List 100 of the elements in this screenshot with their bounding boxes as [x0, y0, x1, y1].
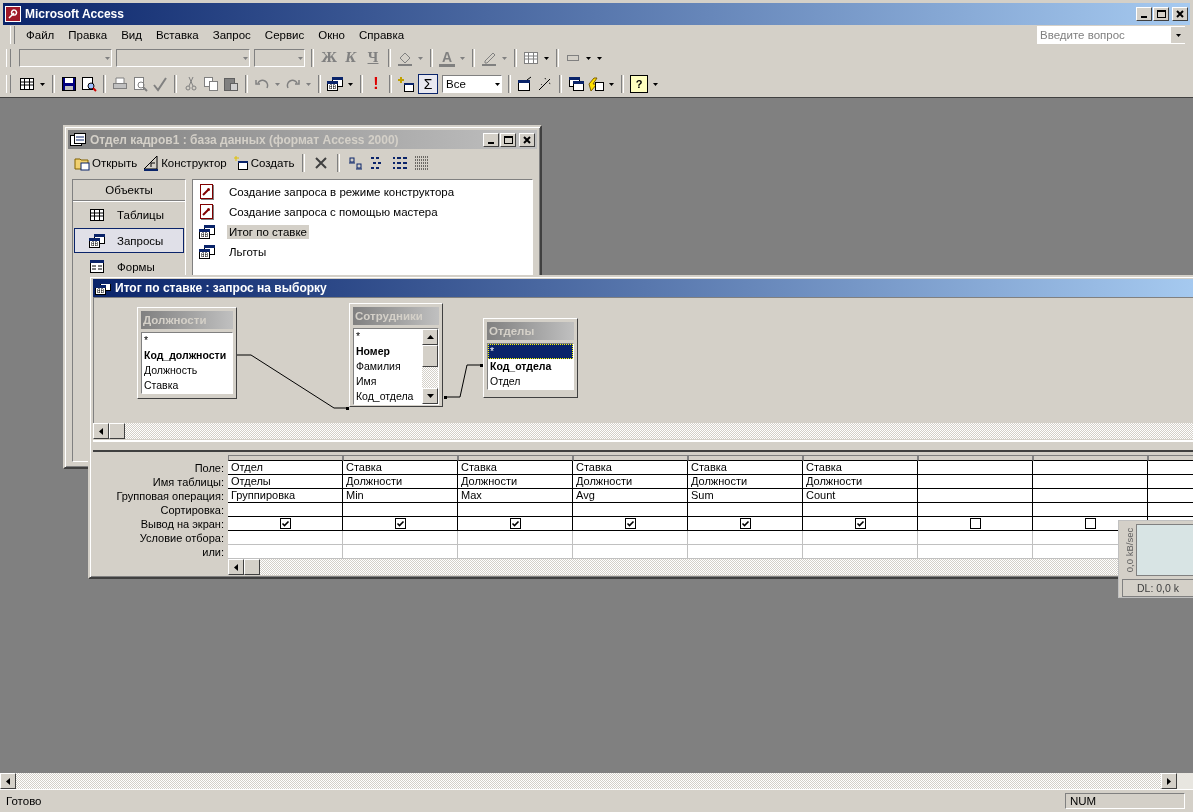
top-values-field[interactable]: Все	[442, 75, 502, 93]
column-selector[interactable]	[918, 455, 1033, 461]
grid-cell[interactable]	[1033, 475, 1148, 489]
help-button[interactable]: ?	[630, 75, 648, 93]
database-window-icon[interactable]	[568, 76, 584, 92]
grid-cell[interactable]	[918, 475, 1033, 489]
menu-item[interactable]: Файл	[19, 27, 62, 43]
dropdown-field[interactable]	[254, 49, 305, 67]
scroll-thumb[interactable]	[422, 344, 438, 367]
object-type-item[interactable]: Формы	[74, 254, 184, 279]
checkbox[interactable]	[394, 518, 406, 529]
preview-icon[interactable]	[81, 76, 97, 92]
properties-icon[interactable]	[517, 76, 533, 92]
column-selector[interactable]	[1033, 455, 1148, 461]
grid-cell[interactable]	[918, 489, 1033, 503]
ask-question-box[interactable]: Введите вопрос	[1037, 26, 1185, 44]
grid-cell[interactable]	[228, 517, 343, 531]
grid-cell[interactable]	[343, 503, 458, 517]
dropdown-field[interactable]	[116, 49, 250, 67]
grid-cell[interactable]: Ставка	[458, 461, 573, 475]
close-button[interactable]	[1172, 7, 1188, 21]
minimize-button[interactable]	[483, 132, 499, 147]
column-selector[interactable]	[803, 455, 918, 461]
table-box[interactable]: Должности * Код_должности Должность Ставка	[137, 306, 237, 399]
checkbox[interactable]	[1084, 518, 1096, 529]
minimize-button[interactable]	[1136, 7, 1152, 21]
table-box[interactable]: Сотрудники * Номер Фамилия Имя Код_отдела	[349, 302, 443, 407]
scroll-left-button[interactable]	[228, 559, 244, 575]
grid-cell[interactable]: Отдел	[228, 461, 343, 475]
field-item[interactable]: *	[142, 332, 232, 348]
grid-cell[interactable]	[1033, 503, 1148, 517]
grid-cell[interactable]: Должности	[458, 475, 573, 489]
menu-item[interactable]: Вид	[114, 27, 149, 43]
field-item[interactable]: Должность	[142, 362, 232, 378]
menu-item[interactable]: Вставка	[148, 27, 206, 43]
grid-cell[interactable]	[1033, 461, 1148, 475]
grid-cell[interactable]	[688, 517, 803, 531]
menu-item[interactable]: Запрос	[205, 27, 258, 43]
list-item[interactable]: Создание запроса в режиме конструктора	[227, 185, 457, 199]
grid-cell[interactable]: Должности	[573, 475, 688, 489]
field-item[interactable]: Код_отдела	[488, 358, 573, 374]
grid-cell[interactable]: Count	[803, 489, 918, 503]
scroll-up-button[interactable]	[422, 328, 438, 345]
grid-cell[interactable]: Ставка	[803, 461, 918, 475]
checkbox[interactable]	[854, 518, 866, 529]
copy-icon[interactable]	[203, 76, 219, 92]
scroll-right-button[interactable]	[1161, 773, 1177, 789]
field-item[interactable]: *	[488, 343, 573, 359]
grid-cell[interactable]	[803, 503, 918, 517]
scroll-down-button[interactable]	[422, 387, 438, 404]
menu-item[interactable]: Окно	[311, 27, 352, 43]
print-icon[interactable]	[112, 76, 128, 92]
grid-cell[interactable]: Min	[343, 489, 458, 503]
grid-cell[interactable]	[573, 503, 688, 517]
list-item[interactable]: Итог по ставке	[227, 225, 309, 239]
scroll-left-button[interactable]	[93, 423, 109, 440]
maximize-button[interactable]	[500, 132, 516, 147]
pen-icon[interactable]	[481, 50, 497, 66]
large-icons-icon[interactable]	[348, 155, 365, 171]
print-preview-icon[interactable]	[132, 76, 148, 92]
field-item[interactable]: Код_должности	[142, 347, 232, 363]
object-type-item[interactable]: Таблицы	[74, 202, 184, 227]
grid-cell[interactable]: Max	[458, 489, 573, 503]
new-object-icon[interactable]	[588, 76, 604, 92]
grid-cell[interactable]: Avg	[573, 489, 688, 503]
grid-cell[interactable]: Ставка	[688, 461, 803, 475]
list-item[interactable]: Создание запроса с помощью мастера	[227, 205, 440, 219]
pane-splitter[interactable]	[93, 440, 1193, 452]
checkbox[interactable]	[509, 518, 521, 529]
grid-cell[interactable]: Группировка	[228, 489, 343, 503]
close-button[interactable]	[519, 132, 535, 147]
grid-cell[interactable]: Sum	[688, 489, 803, 503]
grid-cell[interactable]	[1033, 489, 1148, 503]
save-icon[interactable]	[61, 76, 77, 92]
checkbox[interactable]	[624, 518, 636, 529]
datasheet-view-icon[interactable]	[19, 76, 35, 92]
scroll-thumb[interactable]	[109, 423, 125, 440]
paint-bucket-icon[interactable]	[397, 50, 413, 66]
column-selector[interactable]	[228, 455, 343, 461]
field-item[interactable]: Номер	[354, 343, 422, 359]
grid-cell[interactable]	[803, 517, 918, 531]
grid-cell[interactable]	[918, 461, 1033, 475]
builder-icon[interactable]	[537, 76, 553, 92]
column-selector[interactable]	[573, 455, 688, 461]
toolbar-button[interactable]: Открыть	[74, 155, 138, 171]
list-view-icon[interactable]	[392, 155, 409, 171]
grid-cell[interactable]	[918, 517, 1033, 531]
show-table-icon[interactable]	[398, 76, 414, 92]
grid-cell[interactable]: Должности	[688, 475, 803, 489]
menu-item[interactable]: Сервис	[257, 27, 312, 43]
checkbox[interactable]	[739, 518, 751, 529]
grid-cell[interactable]	[458, 503, 573, 517]
field-item[interactable]: Фамилия	[354, 358, 422, 374]
toolbar-button[interactable]: Конструктор	[143, 155, 227, 171]
column-selector[interactable]	[688, 455, 803, 461]
maximize-button[interactable]	[1153, 7, 1169, 21]
object-type-item[interactable]: Запросы	[74, 228, 184, 253]
details-view-icon[interactable]	[414, 155, 431, 171]
menu-item[interactable]: Справка	[351, 27, 412, 43]
scroll-thumb[interactable]	[244, 559, 260, 575]
